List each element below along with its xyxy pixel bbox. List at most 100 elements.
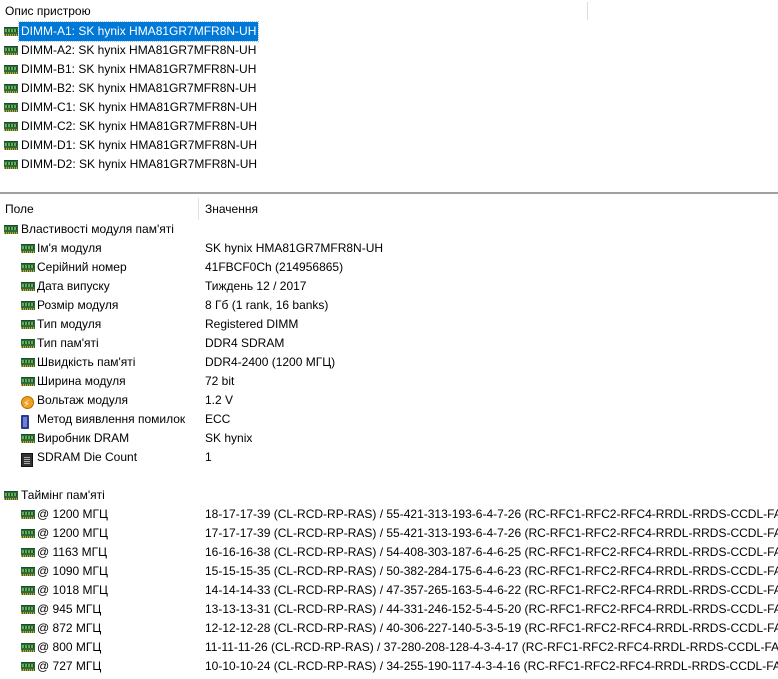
ram-module-icon (4, 225, 18, 234)
field-value: 41FBCF0Ch (214956865) (205, 260, 344, 274)
device-list-item[interactable]: DIMM-D1: SK hynix HMA81GR7MFR8N-UH (0, 136, 778, 155)
field-value: 12-12-12-28 (CL-RCD-RP-RAS) / 40-306-227… (205, 621, 778, 635)
ram-module-icon (21, 624, 35, 633)
ram-module-icon (4, 65, 18, 74)
ram-module-icon (4, 46, 18, 55)
voltage-icon (21, 395, 34, 414)
field-value: 13-13-13-31 (CL-RCD-RP-RAS) / 44-331-246… (205, 602, 778, 616)
field-name: Метод виявлення помилок (37, 412, 186, 426)
field-name: Тип модуля (37, 317, 102, 331)
ram-module-icon (21, 358, 35, 367)
field-name: @ 800 МГЦ (37, 640, 102, 654)
ram-module-icon (21, 548, 35, 557)
device-list: DIMM-A1: SK hynix HMA81GR7MFR8N-UH DIMM-A… (0, 21, 778, 174)
field-name: Серійний номер (37, 260, 127, 274)
field-value: 16-16-16-38 (CL-RCD-RP-RAS) / 54-408-303… (205, 545, 778, 559)
field-value: ECC (205, 412, 231, 426)
field-value: 10-10-10-24 (CL-RCD-RP-RAS) / 34-255-190… (205, 659, 778, 673)
device-label: DIMM-D1: SK hynix HMA81GR7MFR8N-UH (21, 138, 258, 152)
property-row[interactable]: Виробник DRAM SK hynix (0, 429, 778, 448)
field-value: DDR4-2400 (1200 МГЦ) (205, 355, 336, 369)
field-value: 17-17-17-39 (CL-RCD-RP-RAS) / 55-421-313… (205, 526, 778, 540)
header-column-separator[interactable] (587, 2, 588, 20)
timing-row[interactable]: @ 1200 МГЦ 18-17-17-39 (CL-RCD-RP-RAS) / … (0, 505, 778, 524)
ram-module-icon (21, 662, 35, 671)
device-list-item[interactable]: DIMM-D2: SK hynix HMA81GR7MFR8N-UH (0, 155, 778, 174)
ram-module-icon (4, 141, 18, 150)
property-row[interactable]: Ширина модуля 72 bit (0, 372, 778, 391)
group-row-memory-timings[interactable]: Таймінг пам'яті (0, 486, 778, 505)
property-row[interactable]: SDRAM Die Count 1 (0, 448, 778, 467)
ram-module-icon (21, 377, 35, 386)
property-row[interactable]: Тип пам'яті DDR4 SDRAM (0, 334, 778, 353)
device-label: DIMM-D2: SK hynix HMA81GR7MFR8N-UH (21, 157, 258, 171)
timing-row[interactable]: @ 1200 МГЦ 17-17-17-39 (CL-RCD-RP-RAS) / … (0, 524, 778, 543)
group-row-module-properties[interactable]: Властивості модуля пам'яті (0, 220, 778, 239)
ram-module-icon (21, 586, 35, 595)
ram-module-icon (21, 510, 35, 519)
device-list-item[interactable]: DIMM-C1: SK hynix HMA81GR7MFR8N-UH (0, 98, 778, 117)
ram-module-icon (21, 529, 35, 538)
property-row[interactable]: Серійний номер 41FBCF0Ch (214956865) (0, 258, 778, 277)
timing-row[interactable]: @ 1163 МГЦ 16-16-16-38 (CL-RCD-RP-RAS) / … (0, 543, 778, 562)
property-row[interactable]: Метод виявлення помилок ECC (0, 410, 778, 429)
field-value: 72 bit (205, 374, 235, 388)
field-name: Розмір модуля (37, 298, 119, 312)
field-value: Registered DIMM (205, 317, 299, 331)
column-header-value[interactable]: Значення (205, 200, 258, 218)
ram-module-icon (21, 434, 35, 443)
property-row[interactable]: Вольтаж модуля 1.2 V (0, 391, 778, 414)
timing-row[interactable]: @ 1090 МГЦ 15-15-15-35 (CL-RCD-RP-RAS) / … (0, 562, 778, 581)
field-name: @ 1200 МГЦ (37, 526, 108, 540)
field-name: Ширина модуля (37, 374, 126, 388)
device-list-item[interactable]: DIMM-A2: SK hynix HMA81GR7MFR8N-UH (0, 41, 778, 60)
property-row[interactable]: Дата випуску Тиждень 12 / 2017 (0, 277, 778, 296)
ram-module-icon (21, 282, 35, 291)
column-separator[interactable] (198, 198, 199, 220)
property-row[interactable]: Розмір модуля 8 Гб (1 rank, 16 banks) (0, 296, 778, 315)
field-name: Вольтаж модуля (37, 393, 129, 407)
device-description-header[interactable]: Опис пристрою (5, 2, 91, 20)
field-name: Тип пам'яті (37, 336, 99, 350)
field-name: @ 1163 МГЦ (37, 545, 108, 559)
ram-module-icon (4, 491, 18, 500)
timing-row[interactable]: @ 1018 МГЦ 14-14-14-33 (CL-RCD-RP-RAS) / … (0, 581, 778, 600)
ram-module-icon (21, 643, 35, 652)
ram-module-icon (21, 320, 35, 329)
ram-module-icon (21, 263, 35, 272)
device-label: DIMM-C2: SK hynix HMA81GR7MFR8N-UH (21, 119, 258, 133)
timing-row[interactable]: @ 800 МГЦ 11-11-11-26 (CL-RCD-RP-RAS) / 3… (0, 638, 778, 657)
ram-module-icon (21, 244, 35, 253)
ram-module-icon (21, 339, 35, 348)
property-row[interactable]: Ім'я модуля SK hynix HMA81GR7MFR8N-UH (0, 239, 778, 258)
timing-row[interactable]: @ 727 МГЦ 10-10-10-24 (CL-RCD-RP-RAS) / 3… (0, 657, 778, 676)
field-value: 15-15-15-35 (CL-RCD-RP-RAS) / 50-382-284… (205, 564, 778, 578)
ram-module-icon (4, 103, 18, 112)
ram-module-icon (4, 122, 18, 131)
field-value: 1.2 V (205, 393, 234, 407)
group-title: Таймінг пам'яті (21, 488, 105, 502)
field-value: Тиждень 12 / 2017 (205, 279, 307, 293)
field-name: @ 1018 МГЦ (37, 583, 108, 597)
device-label: DIMM-A2: SK hynix HMA81GR7MFR8N-UH (21, 43, 257, 57)
field-name: @ 727 МГЦ (37, 659, 102, 673)
die-icon (21, 453, 33, 467)
field-value: SK hynix (205, 431, 253, 445)
device-description-pane: Опис пристрою DIMM-A1: SK hynix HMA81GR7… (0, 0, 778, 192)
ram-module-icon (21, 567, 35, 576)
device-list-item[interactable]: DIMM-A1: SK hynix HMA81GR7MFR8N-UH (0, 21, 778, 42)
column-header-field[interactable]: Поле (5, 200, 34, 218)
timing-row[interactable]: @ 945 МГЦ 13-13-13-31 (CL-RCD-RP-RAS) / 4… (0, 600, 778, 619)
device-label: DIMM-B1: SK hynix HMA81GR7MFR8N-UH (21, 62, 257, 76)
device-list-item[interactable]: DIMM-B1: SK hynix HMA81GR7MFR8N-UH (0, 60, 778, 79)
device-list-item[interactable]: DIMM-C2: SK hynix HMA81GR7MFR8N-UH (0, 117, 778, 136)
field-value: 8 Гб (1 rank, 16 banks) (205, 298, 329, 312)
field-value: 14-14-14-33 (CL-RCD-RP-RAS) / 47-357-265… (205, 583, 778, 597)
property-row[interactable]: Тип модуля Registered DIMM (0, 315, 778, 334)
device-list-item[interactable]: DIMM-B2: SK hynix HMA81GR7MFR8N-UH (0, 79, 778, 98)
ram-module-icon (4, 84, 18, 93)
field-name: Дата випуску (37, 279, 110, 293)
timing-row[interactable]: @ 872 МГЦ 12-12-12-28 (CL-RCD-RP-RAS) / 4… (0, 619, 778, 638)
field-name: @ 945 МГЦ (37, 602, 102, 616)
property-row[interactable]: Швидкість пам'яті DDR4-2400 (1200 МГЦ) (0, 353, 778, 372)
